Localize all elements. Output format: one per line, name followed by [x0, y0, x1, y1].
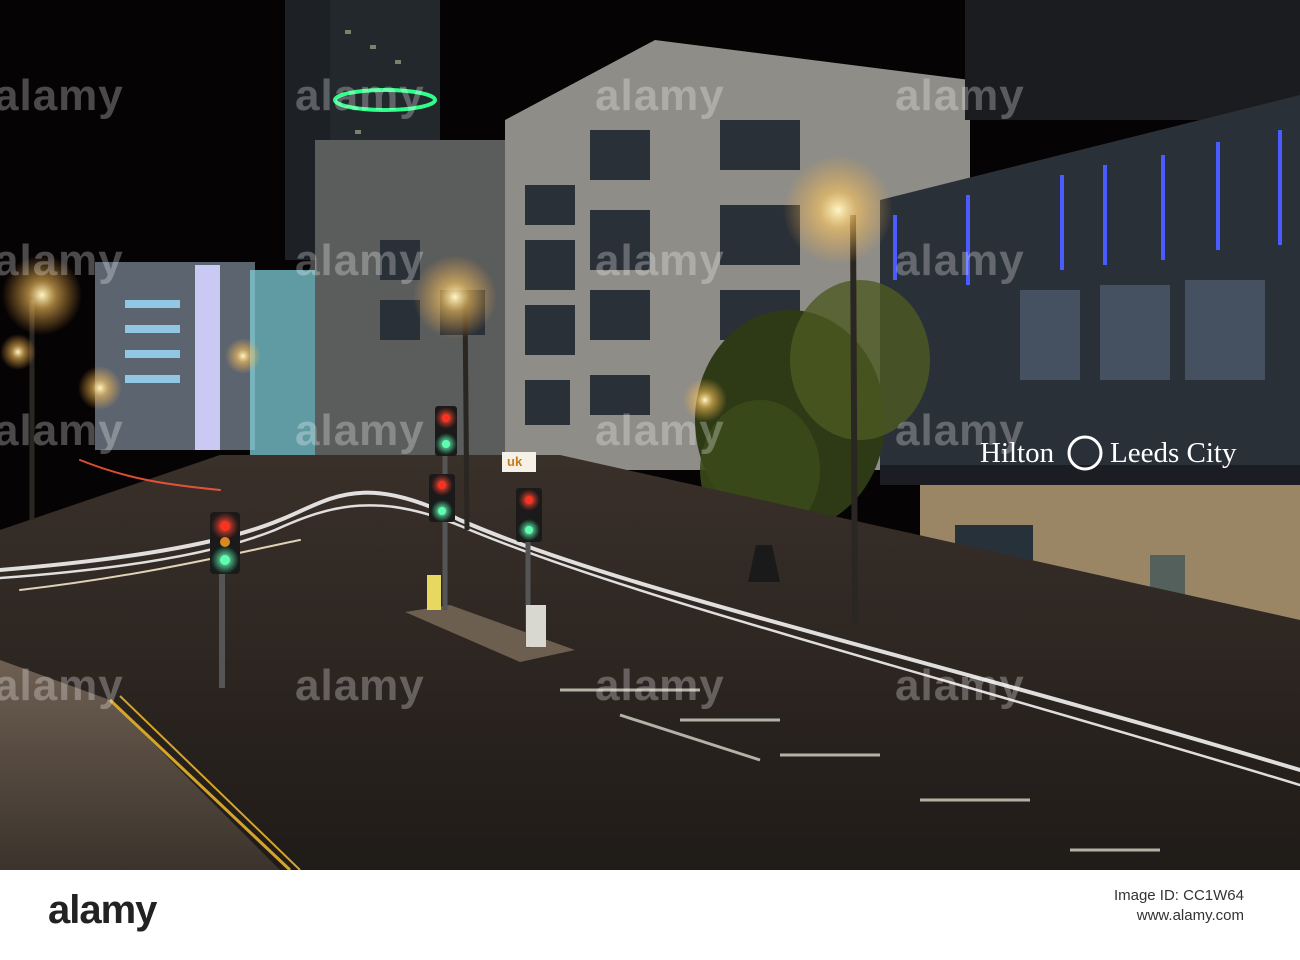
watermark: alamy: [295, 71, 425, 120]
watermark: alamy: [895, 406, 1025, 455]
watermark: alamy: [595, 71, 725, 120]
alamy-logo[interactable]: alamy: [48, 888, 157, 933]
watermark: alamy: [895, 71, 1025, 120]
site-url[interactable]: www.alamy.com: [1114, 906, 1244, 926]
watermark: alamy: [0, 406, 124, 455]
watermark: alamy: [595, 406, 725, 455]
uk-shop-sign-text: uk: [507, 454, 523, 469]
night-street-photo: Hilton Leeds City uk alamy alamy alamy a…: [0, 0, 1300, 870]
image-id-block: Image ID: CC1W64 www.alamy.com: [1114, 886, 1244, 926]
watermark: alamy: [0, 236, 124, 285]
watermark: alamy: [895, 236, 1025, 285]
watermark: alamy: [295, 236, 425, 285]
hilton-sign-right: Leeds City: [1110, 437, 1237, 469]
watermark: alamy: [295, 661, 425, 710]
watermark: alamy: [595, 661, 725, 710]
watermark: alamy: [295, 406, 425, 455]
watermark: alamy: [595, 236, 725, 285]
watermark: alamy: [0, 71, 124, 120]
watermark: alamy: [895, 661, 1025, 710]
watermark: alamy: [0, 661, 124, 710]
image-id: Image ID: CC1W64: [1113, 887, 1244, 904]
stock-footer: alamy Image ID: CC1W64 www.alamy.com: [0, 870, 1300, 960]
stock-photo-page: Hilton Leeds City uk alamy alamy alamy a…: [0, 0, 1300, 960]
